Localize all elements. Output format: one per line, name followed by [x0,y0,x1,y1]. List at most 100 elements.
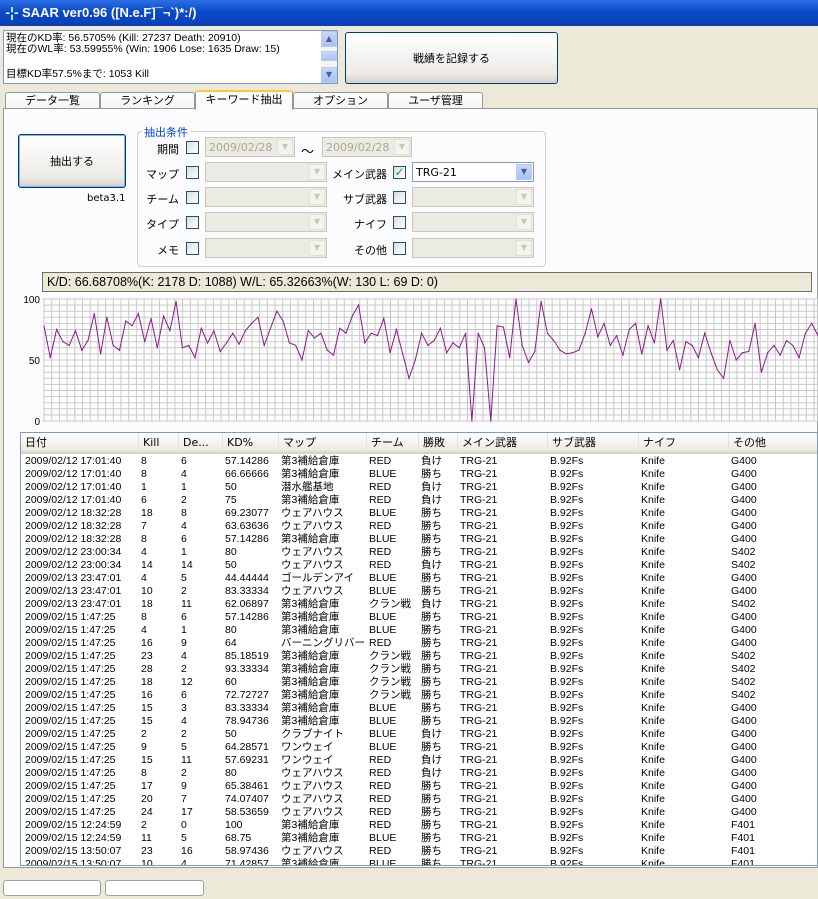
memo-select[interactable]: ▼ [205,238,327,258]
tab-keyword-extract[interactable]: キーワード抽出 [195,90,293,110]
chevron-down-icon[interactable]: ▼ [277,139,293,155]
table-row[interactable]: 2009/02/15 1:47:25 28 2 93.33334 第3補給倉庫 クラン戦勝… [21,663,817,676]
table-row[interactable]: 2009/02/12 18:32:28 18 8 69.23077 ウェアハウス BLUE… [21,507,817,520]
chevron-down-icon[interactable]: ▼ [309,214,325,230]
chevron-down-icon[interactable]: ▼ [516,240,532,256]
sub-weapon-select[interactable]: ▼ [412,187,534,207]
cell-result: 勝ち [421,858,442,866]
table-row[interactable]: 2009/02/13 23:47:01 4 5 44.44444 ゴールデンアイ BLUE… [21,572,817,585]
table-row[interactable]: 2009/02/12 18:32:28 8 6 57.14286 第3補給倉庫 BLUE 勝… [21,533,817,546]
chevron-down-icon[interactable]: ▼ [394,139,410,155]
column-header-death[interactable]: De... [179,433,223,452]
table-row[interactable]: 2009/02/15 1:47:25 2 2 50 クラブナイト BLUE 負け TRG-21… [21,728,817,741]
extract-button[interactable]: 抽出する [18,134,126,188]
cell-death: 1 [181,481,187,493]
team-checkbox[interactable] [186,191,199,204]
data-point [125,320,127,322]
other-select[interactable]: ▼ [412,238,534,258]
table-row[interactable]: 2009/02/13 23:47:01 18 11 62.06897 第3補給倉庫 クラン… [21,598,817,611]
main-weapon-select[interactable]: TRG-21 ▼ [412,162,534,182]
type-checkbox[interactable] [186,216,199,229]
table-row[interactable]: 2009/02/15 1:47:25 15 11 57.69231 ワンウェイ RED 負け… [21,754,817,767]
status-scrollbar[interactable]: ▲ ▼ [321,31,337,83]
column-header-kd[interactable]: KD% [223,433,279,452]
cell-date: 2009/02/12 23:00:34 [25,559,122,571]
table-row[interactable]: 2009/02/12 17:01:40 8 6 57.14286 第3補給倉庫 RED 負け… [21,455,817,468]
date-from-picker[interactable]: 2009/02/28 ▼ [205,137,295,157]
cell-result: 勝ち [421,845,442,857]
table-row[interactable]: 2009/02/15 1:47:25 8 6 57.14286 第3補給倉庫 BLUE 勝ち… [21,611,817,624]
chevron-down-icon[interactable]: ▼ [516,189,532,205]
map-checkbox[interactable] [186,166,199,179]
knife-select[interactable]: ▼ [412,212,534,232]
table-row[interactable]: 2009/02/15 1:47:25 16 9 64 バーニングリバー RED 勝ち TRG-… [21,637,817,650]
scroll-down-icon[interactable]: ▼ [321,67,337,83]
table-row[interactable]: 2009/02/12 18:32:28 7 4 63.63636 ウェアハウス RED 勝ち… [21,520,817,533]
knife-checkbox[interactable] [393,216,406,229]
main-weapon-checkbox[interactable]: ✓ [393,166,406,179]
table-row[interactable]: 2009/02/15 12:24:59 11 5 68.75 第3補給倉庫 BLUE 勝ち T… [21,832,817,845]
data-point [754,322,756,324]
chevron-down-icon[interactable]: ▼ [516,214,532,230]
cell-map: 第3補給倉庫 [281,455,340,467]
table-row[interactable]: 2009/02/15 1:47:25 17 9 65.38461 ウェアハウス RED 勝ち… [21,780,817,793]
table-row[interactable]: 2009/02/15 1:47:25 8 2 80 ウェアハウス RED 負け TRG-21 B… [21,767,817,780]
cell-team: クラン戦 [369,676,411,688]
table-row[interactable]: 2009/02/12 17:01:40 6 2 75 第3補給倉庫 RED 負け TRG-21… [21,494,817,507]
chevron-down-icon[interactable]: ▼ [309,189,325,205]
column-header-map[interactable]: マップ [279,433,367,452]
table-row[interactable]: 2009/02/15 1:47:25 24 17 58.53659 ウェアハウス RED 勝… [21,806,817,819]
column-header-other[interactable]: その他 [729,433,817,452]
table-row[interactable]: 2009/02/15 13:50:07 23 16 58.97436 ウェアハウス RED… [21,845,817,858]
table-row[interactable]: 2009/02/15 1:47:25 16 6 72.72727 第3補給倉庫 クラン戦勝… [21,689,817,702]
period-checkbox[interactable] [186,141,199,154]
chevron-down-icon[interactable]: ▼ [309,164,325,180]
chevron-down-icon[interactable]: ▼ [309,240,325,256]
cell-result: 負け [421,598,442,610]
map-select[interactable]: ▼ [205,162,327,182]
table-row[interactable]: 2009/02/12 23:00:34 4 1 80 ウェアハウス RED 勝ち TRG-21… [21,546,817,559]
date-to-picker[interactable]: 2009/02/28 ▼ [322,137,412,157]
table-row[interactable]: 2009/02/15 1:47:25 9 5 64.28571 ワンウェイ BLUE 勝ち T… [21,741,817,754]
other-checkbox[interactable] [393,242,406,255]
table-row[interactable]: 2009/02/13 23:47:01 10 2 83.33334 ウェアハウス BLUE… [21,585,817,598]
column-header-kill[interactable]: Kill [139,433,179,452]
scroll-up-icon[interactable]: ▲ [321,31,337,47]
cell-map: ウェアハウス [281,559,344,571]
column-header-main-weapon[interactable]: メイン武器 [458,433,548,452]
table-row[interactable]: 2009/02/15 12:24:59 2 0 100 第3補給倉庫 RED 勝ち TRG-2… [21,819,817,832]
table-row[interactable]: 2009/02/15 1:47:25 20 7 74.07407 ウェアハウス RED 勝ち… [21,793,817,806]
column-header-team[interactable]: チーム [367,433,419,452]
tab-user-management[interactable]: ユーザ管理 [388,92,483,109]
table-row[interactable]: 2009/02/15 1:47:25 15 3 83.33334 第3補給倉庫 BLUE 勝… [21,702,817,715]
column-header-knife[interactable]: ナイフ [639,433,729,452]
type-select[interactable]: ▼ [205,212,327,232]
table-row[interactable]: 2009/02/15 1:47:25 18 12 60 第3補給倉庫 クラン戦 勝ち TRG-… [21,676,817,689]
column-header-result[interactable]: 勝敗 [419,433,458,452]
column-header-sub-weapon[interactable]: サブ武器 [548,433,639,452]
results-table[interactable]: 日付 Kill De... KD% マップ チーム 勝敗 メイン武器 サブ武器 ナイフ その他 20… [20,432,818,866]
chevron-down-icon[interactable]: ▼ [516,164,532,180]
team-select[interactable]: ▼ [205,187,327,207]
table-row[interactable]: 2009/02/12 17:01:40 8 4 66.66666 第3補給倉庫 BLUE 勝… [21,468,817,481]
status-textbox[interactable]: 現在のKD率: 56.5705% (Kill: 27237 Death: 209… [3,30,338,84]
tab-data-list[interactable]: データ一覧 [5,92,100,109]
table-row[interactable]: 2009/02/15 1:47:25 15 4 78.94736 第3補給倉庫 BLUE 勝… [21,715,817,728]
sub-weapon-checkbox[interactable] [393,191,406,204]
memo-checkbox[interactable] [186,242,199,255]
table-row[interactable]: 2009/02/12 17:01:40 1 1 50 潜水艦基地 RED 負け TRG-21 B… [21,481,817,494]
record-results-button[interactable]: 戦績を記録する [345,32,558,84]
cell-result: 勝ち [421,806,442,818]
column-header-date[interactable]: 日付 [21,433,139,452]
y-tick-label: 50 [29,356,41,367]
table-row[interactable]: 2009/02/15 1:47:25 4 1 80 第3補給倉庫 BLUE 勝ち TRG-21… [21,624,817,637]
tab-ranking[interactable]: ランキング [100,92,195,109]
title-bar[interactable]: -¦- SAAR ver0.96 ([N.e.F]¯¬`)*:/) [0,0,818,26]
table-row[interactable]: 2009/02/15 13:50:07 10 4 71.42857 第3補給倉庫 BLUE… [21,858,817,866]
data-point [760,371,763,373]
cell-sub-weapon: B.92Fs [550,520,584,532]
table-row[interactable]: 2009/02/15 1:47:25 23 4 85.18519 第3補給倉庫 クラン戦勝… [21,650,817,663]
scroll-thumb[interactable] [321,51,337,61]
tab-options[interactable]: オプション [293,92,388,109]
table-row[interactable]: 2009/02/12 23:00:34 14 14 50 ウェアハウス RED 負け TRG-… [21,559,817,572]
